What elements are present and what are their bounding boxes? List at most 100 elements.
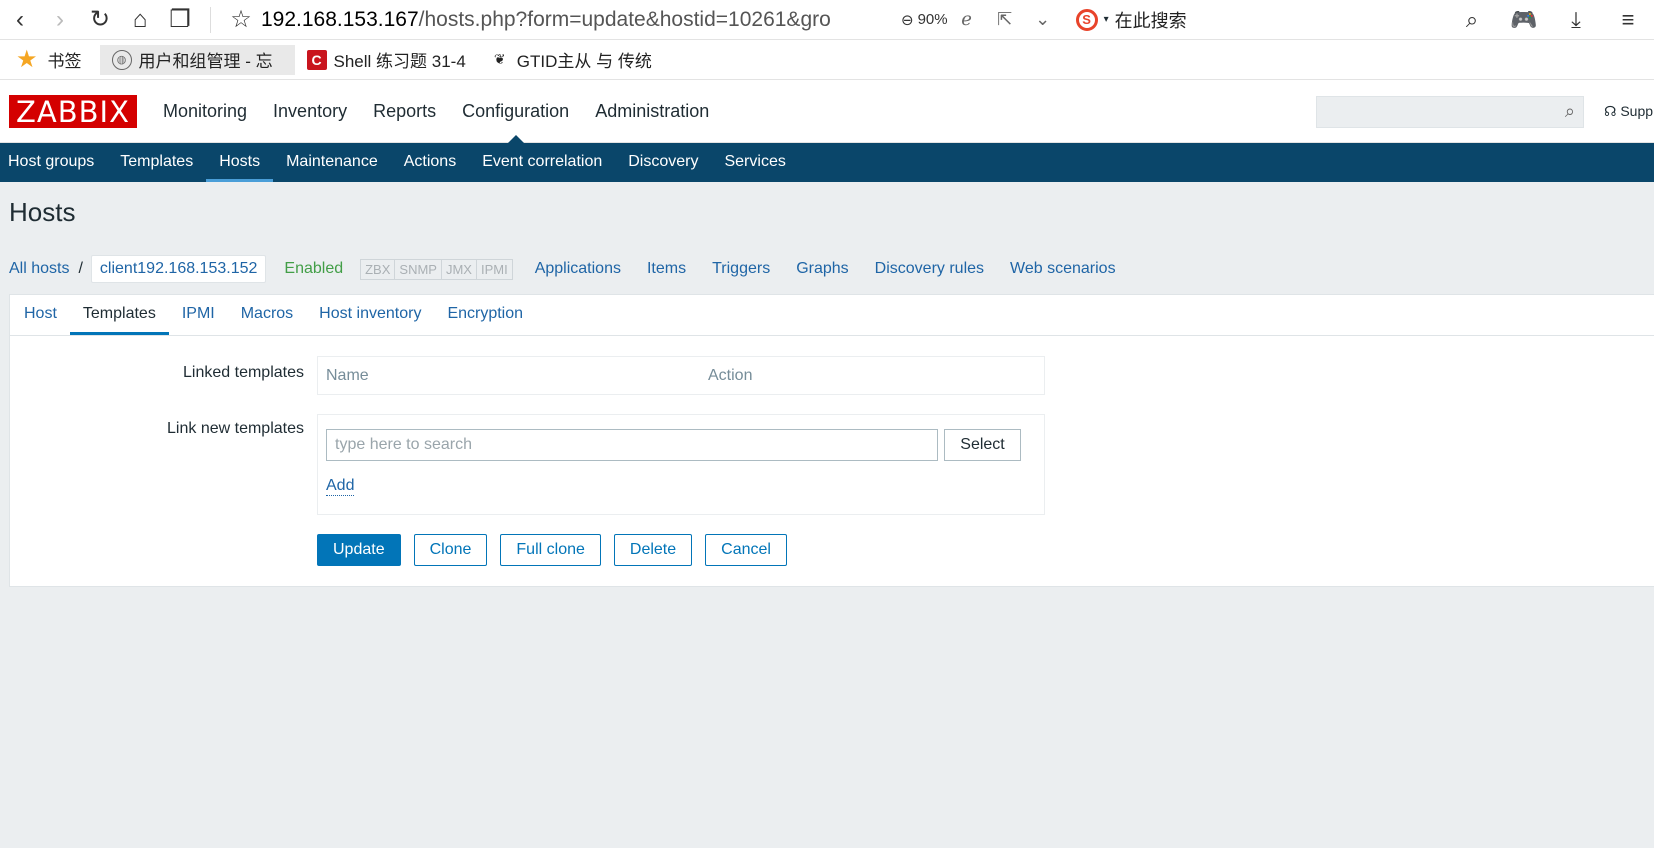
reload-icon[interactable]: ↻ xyxy=(80,0,120,40)
bookmark-label: 用户和组管理 - 忘 xyxy=(138,52,273,71)
form-buttons: Update Clone Full clone Delete Cancel xyxy=(317,534,787,566)
breadcrumb-all-hosts[interactable]: All hosts xyxy=(9,260,69,278)
sub-menu-host-groups[interactable]: Host groups xyxy=(0,143,107,182)
update-button[interactable]: Update xyxy=(317,534,401,566)
caret-down-icon: ▾ xyxy=(1103,14,1109,25)
select-button[interactable]: Select xyxy=(944,429,1021,461)
search-icon[interactable]: ⌕ xyxy=(1565,101,1575,122)
address-bar[interactable]: 192.168.153.167/hosts.php?form=update&ho… xyxy=(261,8,871,32)
zoom-level: 90% xyxy=(917,11,948,28)
main-menu-monitoring[interactable]: Monitoring xyxy=(150,80,260,143)
clone-button[interactable]: Clone xyxy=(413,534,488,566)
csdn-icon: C xyxy=(306,49,327,70)
tab-ipmi[interactable]: IPMI xyxy=(169,295,228,335)
host-link-triggers[interactable]: Triggers xyxy=(712,260,770,278)
browser-toolbar: ‹ › ↻ ⌂ ❐ ☆ 192.168.153.167/hosts.php?fo… xyxy=(0,0,1654,40)
main-menu-administration[interactable]: Administration xyxy=(582,80,722,143)
globe-icon: ◍ xyxy=(111,49,132,70)
home-icon[interactable]: ⌂ xyxy=(120,0,160,40)
tab-host[interactable]: Host xyxy=(11,295,70,335)
host-link-web-scenarios[interactable]: Web scenarios xyxy=(1010,260,1116,278)
breadcrumb-host[interactable]: client192.168.153.152 xyxy=(90,255,267,283)
sub-menu: Host groups Templates Hosts Maintenance … xyxy=(0,143,1654,182)
host-link-discovery-rules[interactable]: Discovery rules xyxy=(875,260,984,278)
host-navigation: All hosts / client192.168.153.152 Enable… xyxy=(9,253,1116,285)
sogou-icon: S xyxy=(1075,8,1098,31)
leaf-icon: ❦ xyxy=(493,51,506,67)
headset-icon: ☊ xyxy=(1604,103,1617,119)
ie-icon[interactable]: ℯ xyxy=(948,9,986,30)
browser-right-icons: ⌕ 🎮 ⤓ ≡ xyxy=(1446,7,1654,33)
divider xyxy=(210,6,211,33)
support-link[interactable]: ☊ Supp xyxy=(1604,80,1653,143)
linked-templates-label: Linked templates xyxy=(183,364,304,381)
main-menu-inventory[interactable]: Inventory xyxy=(260,80,360,143)
gamepad-icon[interactable]: 🎮 xyxy=(1498,7,1550,33)
host-link-applications[interactable]: Applications xyxy=(535,260,621,278)
linked-templates-table: Name Action xyxy=(317,356,1045,395)
full-clone-button[interactable]: Full clone xyxy=(500,534,601,566)
availability-ipmi: IPMI xyxy=(476,259,512,279)
add-link[interactable]: Add xyxy=(326,477,355,496)
back-icon[interactable]: ‹ xyxy=(0,0,40,40)
menu-icon[interactable]: ≡ xyxy=(1602,7,1654,33)
sub-menu-maintenance[interactable]: Maintenance xyxy=(273,143,391,182)
breadcrumb-separator: / xyxy=(78,260,83,277)
main-menu: Monitoring Inventory Reports Configurati… xyxy=(150,80,722,144)
page-title: Hosts xyxy=(9,197,76,227)
sub-menu-discovery[interactable]: Discovery xyxy=(615,143,711,182)
availability-zbx: ZBX xyxy=(361,259,396,279)
bookmark-star-icon: ★ xyxy=(16,46,38,73)
zabbix-header: ZABBIX Monitoring Inventory Reports Conf… xyxy=(0,80,1654,144)
tab-host-inventory[interactable]: Host inventory xyxy=(306,295,434,335)
main-menu-configuration[interactable]: Configuration xyxy=(449,80,582,144)
reader-icon[interactable]: ❐ xyxy=(160,0,200,40)
link-new-templates-box: Select Add xyxy=(317,414,1045,515)
browser-search[interactable]: 在此搜索 xyxy=(1115,7,1335,33)
sub-menu-hosts[interactable]: Hosts xyxy=(206,143,274,182)
column-header-action: Action xyxy=(708,367,753,384)
main-menu-reports[interactable]: Reports xyxy=(360,80,449,143)
form-tabs: Host Templates IPMI Macros Host inventor… xyxy=(10,295,1654,336)
sub-menu-event-correlation[interactable]: Event correlation xyxy=(469,143,615,182)
chevron-down-icon[interactable]: ⌄ xyxy=(1024,9,1062,30)
sub-menu-templates[interactable]: Templates xyxy=(107,143,206,182)
availability-badges: ZBX SNMP JMX IPMI xyxy=(360,258,513,280)
sub-menu-actions[interactable]: Actions xyxy=(391,143,469,182)
tab-encryption[interactable]: Encryption xyxy=(434,295,536,335)
search-engine[interactable]: S ▾ 在此搜索 xyxy=(1075,7,1335,33)
forward-icon[interactable]: › xyxy=(40,0,80,40)
url-host: 192.168.153.167 xyxy=(261,7,419,31)
host-link-graphs[interactable]: Graphs xyxy=(796,260,848,278)
host-links: Applications Items Triggers Graphs Disco… xyxy=(535,260,1116,278)
column-header-name: Name xyxy=(326,367,369,384)
host-link-items[interactable]: Items xyxy=(647,260,686,278)
bookmarks-bar: ★ 书签 ◍ 用户和组管理 - 忘 C Shell 练习题 31-4 ❦ GTI… xyxy=(0,40,1654,80)
availability-jmx: JMX xyxy=(441,259,477,279)
zabbix-logo[interactable]: ZABBIX xyxy=(9,95,137,129)
search-icon[interactable]: ⌕ xyxy=(1446,7,1498,33)
delete-button[interactable]: Delete xyxy=(613,534,693,566)
bookmark-item[interactable]: C Shell 练习题 31-4 xyxy=(295,45,478,75)
host-status[interactable]: Enabled xyxy=(284,260,343,278)
global-search-input[interactable]: ⌕ xyxy=(1316,96,1584,128)
download-icon[interactable]: ⤓ xyxy=(1550,7,1602,33)
bookmark-item[interactable]: ◍ 用户和组管理 - 忘 xyxy=(99,44,295,75)
cancel-button[interactable]: Cancel xyxy=(705,534,787,566)
share-icon[interactable]: ⇱ xyxy=(986,9,1024,30)
zoom-control[interactable]: ⊖ 90% xyxy=(901,11,948,29)
tab-templates[interactable]: Templates xyxy=(69,295,169,335)
template-search-input[interactable] xyxy=(326,429,938,461)
host-form-panel: Host Templates IPMI Macros Host inventor… xyxy=(9,294,1654,587)
star-icon[interactable]: ☆ xyxy=(221,0,261,40)
url-path: /hosts.php?form=update&hostid=10261&gro xyxy=(418,7,831,31)
support-label: Supp xyxy=(1620,103,1654,119)
bookmark-label: Shell 练习题 31-4 xyxy=(333,52,466,71)
bookmark-label: GTID主从 与 传统 xyxy=(516,52,652,71)
availability-snmp: SNMP xyxy=(395,259,442,279)
tab-macros[interactable]: Macros xyxy=(228,295,306,335)
link-new-templates-label: Link new templates xyxy=(167,420,304,437)
bookmark-item[interactable]: ❦ GTID主从 与 传统 xyxy=(478,45,664,75)
sub-menu-services[interactable]: Services xyxy=(711,143,798,182)
bookmarks-label[interactable]: 书签 xyxy=(48,47,82,72)
